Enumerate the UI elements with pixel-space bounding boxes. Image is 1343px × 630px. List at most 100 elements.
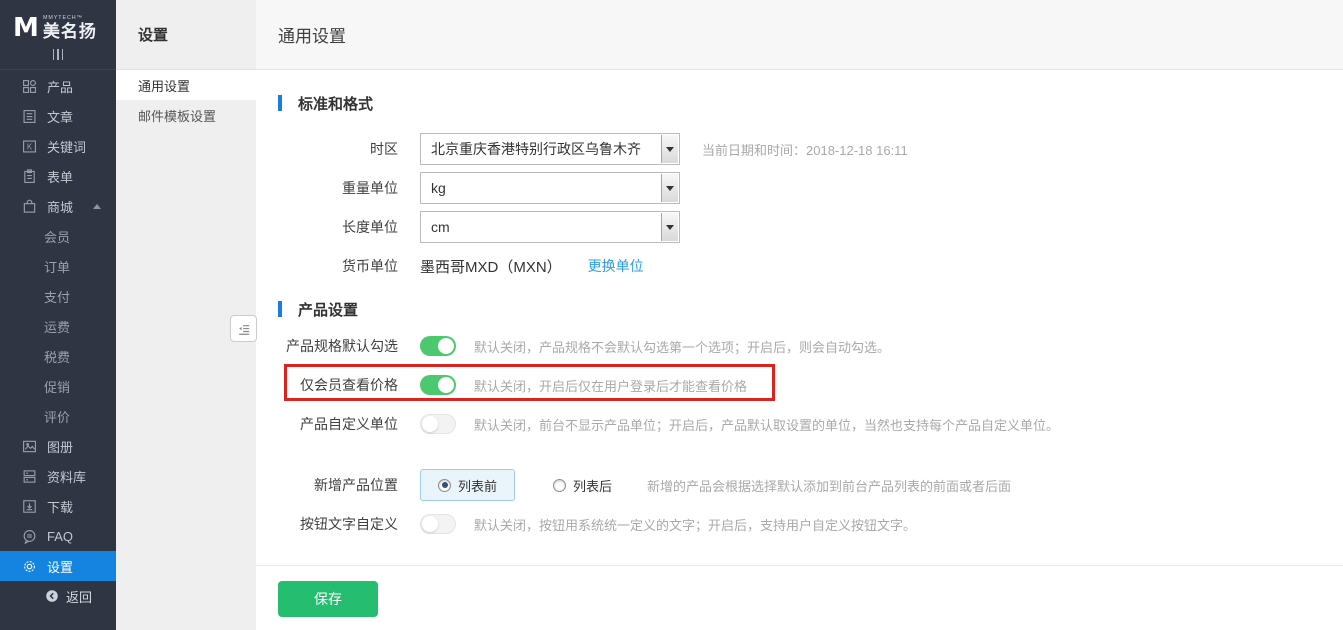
settings-nav-general[interactable]: 通用设置 <box>116 70 256 100</box>
member-price-label: 仅会员查看价格 <box>278 375 398 395</box>
sidebar-item-keywords[interactable]: K 关键词 <box>0 131 116 161</box>
new-position-note: 新增的产品会根据选择默认添加到前台产品列表的前面或者后面 <box>647 476 1011 495</box>
custom-unit-toggle[interactable] <box>420 414 456 434</box>
radio-option-label: 列表前 <box>458 476 497 495</box>
grid-icon <box>22 79 37 94</box>
sidebar-item-members[interactable]: 会员 <box>0 221 116 251</box>
sidebar-item-tax[interactable]: 税费 <box>0 341 116 371</box>
length-unit-label: 长度单位 <box>278 217 398 237</box>
page-header: 通用设置 <box>256 0 1343 70</box>
sidebar-item-label: 支付 <box>44 287 70 306</box>
button-text-label: 按钮文字自定义 <box>278 514 398 534</box>
settings-panel-title: 设置 <box>116 0 256 70</box>
sidebar-item-label: 产品 <box>47 77 73 96</box>
page-title: 通用设置 <box>278 22 346 47</box>
radio-unselected-icon <box>553 479 566 492</box>
sidebar-item-label: 资料库 <box>47 467 86 486</box>
chevron-down-icon[interactable] <box>661 213 678 241</box>
sidebar-item-label: 税费 <box>44 347 70 366</box>
chevron-down-icon[interactable] <box>661 174 678 202</box>
section-accent-bar <box>278 95 282 111</box>
sidebar-item-label: 运费 <box>44 317 70 336</box>
sidebar-item-mall[interactable]: 商城 <box>0 191 116 221</box>
settings-nav-email-template[interactable]: 邮件模板设置 <box>116 100 256 130</box>
custom-unit-label: 产品自定义单位 <box>278 414 398 434</box>
gear-icon <box>22 559 37 574</box>
sidebar-collapse-icon[interactable] <box>0 46 116 70</box>
brand-name: 美名扬 <box>43 23 97 40</box>
outdent-icon <box>237 322 251 336</box>
section-title: 标准和格式 <box>298 93 373 114</box>
sidebar-item-payment[interactable]: 支付 <box>0 281 116 311</box>
speech-bubble-icon <box>22 529 37 544</box>
weight-unit-row: 重量单位 kg <box>278 169 1343 207</box>
weight-unit-value: kg <box>431 180 446 196</box>
sidebar-item-label: 关键词 <box>47 137 86 156</box>
sidebar-item-products[interactable]: 产品 <box>0 71 116 101</box>
toggle-knob <box>422 516 438 532</box>
save-button[interactable]: 保存 <box>278 581 378 617</box>
sidebar-item-settings[interactable]: 设置 <box>0 551 116 581</box>
timezone-row: 时区 北京重庆香港特别行政区乌鲁木齐 当前日期和时间：2018-12-18 16… <box>278 130 1343 168</box>
custom-unit-row: 产品自定义单位 默认关闭，前台不显示产品单位；开启后，产品默认取设置的单位，当然… <box>278 405 1343 443</box>
section-accent-bar <box>278 301 282 317</box>
brand-logo: M MMYTECH™ 美名扬 <box>0 0 116 46</box>
sidebar-item-label: 表单 <box>47 167 73 186</box>
section-title: 产品设置 <box>298 299 358 320</box>
main-content: 通用设置 标准和格式 时区 北京重庆香港特别行政区乌鲁木齐 <box>256 0 1343 630</box>
sidebar-item-forms[interactable]: 表单 <box>0 161 116 191</box>
back-arrow-icon <box>45 589 59 603</box>
member-price-toggle[interactable] <box>420 375 456 395</box>
sidebar-nav: 产品 文章 K 关键词 表单 商城 会员 订单 支付 运费 税 <box>0 70 116 611</box>
sidebar-item-orders[interactable]: 订单 <box>0 251 116 281</box>
sidebar-item-label: 下载 <box>47 497 73 516</box>
sidebar-item-label: 评价 <box>44 407 70 426</box>
settings-nav-label: 邮件模板设置 <box>138 106 216 125</box>
radio-option-label: 列表后 <box>573 476 612 495</box>
sidebar-item-label: 文章 <box>47 107 73 126</box>
radio-option-list-back[interactable]: 列表后 <box>553 476 612 495</box>
currency-unit-row: 货币单位 墨西哥MXD（MXN） 更换单位 <box>278 247 1343 285</box>
sidebar-item-faq[interactable]: FAQ <box>0 521 116 551</box>
sidebar-item-label: 会员 <box>44 227 70 246</box>
brand-tagline: MMYTECH™ <box>43 15 92 20</box>
chevron-down-icon[interactable] <box>661 135 678 163</box>
footer-divider <box>256 565 1343 566</box>
weight-unit-label: 重量单位 <box>278 178 398 198</box>
timezone-label: 时区 <box>278 139 398 159</box>
picture-icon <box>22 439 37 454</box>
panel-collapse-button[interactable] <box>230 315 257 342</box>
member-price-row: 仅会员查看价格 默认关闭，开启后仅在用户登录后才能查看价格 <box>278 366 1343 404</box>
timezone-select[interactable]: 北京重庆香港特别行政区乌鲁木齐 <box>420 133 680 165</box>
sidebar-item-albums[interactable]: 图册 <box>0 431 116 461</box>
spec-default-toggle[interactable] <box>420 336 456 356</box>
sidebar-item-reviews[interactable]: 评价 <box>0 401 116 431</box>
sidebar-item-label: 促销 <box>44 377 70 396</box>
library-icon <box>22 469 37 484</box>
button-text-note: 默认关闭，按钮用系统统一定义的文字；开启后，支持用户自定义按钮文字。 <box>474 515 916 534</box>
download-icon <box>22 499 37 514</box>
sidebar-item-promotion[interactable]: 促销 <box>0 371 116 401</box>
sidebar-item-label: 返回 <box>66 587 92 606</box>
sidebar-item-shipping[interactable]: 运费 <box>0 311 116 341</box>
spec-default-note: 默认关闭，产品规格不会默认勾选第一个选项；开启后，则会自动勾选。 <box>474 337 890 356</box>
form-icon <box>22 169 37 184</box>
length-unit-select[interactable]: cm <box>420 211 680 243</box>
button-text-toggle[interactable] <box>420 514 456 534</box>
weight-unit-select[interactable]: kg <box>420 172 680 204</box>
change-currency-link[interactable]: 更换单位 <box>588 256 644 276</box>
spec-default-label: 产品规格默认勾选 <box>278 336 398 356</box>
radio-option-list-front[interactable]: 列表前 <box>420 469 515 501</box>
sidebar-item-downloads[interactable]: 下载 <box>0 491 116 521</box>
main-sidebar: M MMYTECH™ 美名扬 产品 文章 K 关键词 表单 <box>0 0 116 630</box>
spec-default-row: 产品规格默认勾选 默认关闭，产品规格不会默认勾选第一个选项；开启后，则会自动勾选… <box>278 327 1343 365</box>
logo-mark-icon: M <box>13 15 37 41</box>
length-unit-row: 长度单位 cm <box>278 208 1343 246</box>
settings-nav-label: 通用设置 <box>138 76 190 95</box>
new-position-label: 新增产品位置 <box>278 475 398 495</box>
sidebar-item-articles[interactable]: 文章 <box>0 101 116 131</box>
custom-unit-note: 默认关闭，前台不显示产品单位；开启后，产品默认取设置的单位，当然也支持每个产品自… <box>474 415 1059 434</box>
sidebar-item-back[interactable]: 返回 <box>0 581 116 611</box>
radio-selected-icon <box>438 479 451 492</box>
sidebar-item-library[interactable]: 资料库 <box>0 461 116 491</box>
